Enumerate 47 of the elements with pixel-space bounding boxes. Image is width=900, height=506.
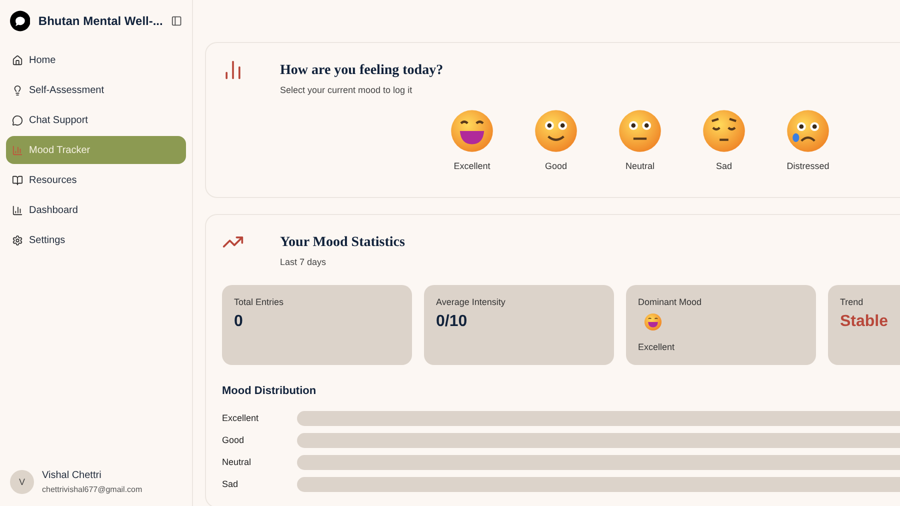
logo-icon [10, 10, 30, 32]
stat-label: Trend [840, 297, 864, 307]
stat-label: Dominant Mood [638, 297, 703, 307]
app-title: Bhutan Mental Well-... [38, 14, 163, 28]
chat-bubble-icon [12, 114, 23, 126]
lightbulb-icon [12, 84, 23, 96]
section-title: Mood Distribution [222, 385, 318, 397]
card-title: Your Mood Statistics [280, 235, 405, 251]
stat-value: Excellent [638, 342, 676, 352]
card-subtitle: Last 7 days [280, 257, 328, 267]
stat-value: 0/10 [436, 313, 468, 331]
stat-label: Total Entries [234, 297, 285, 307]
sidebar-item[interactable]: Dashboard [6, 196, 186, 224]
avatar: V [10, 470, 34, 494]
emoji-face-icon [786, 109, 830, 153]
stat-label: Average Intensity [436, 297, 506, 307]
sidebar-item[interactable]: Chat Support [6, 106, 186, 134]
book-icon [12, 174, 23, 186]
stat-value: 0 [234, 313, 244, 331]
distribution-label: Neutral [222, 457, 252, 467]
sidebar-item[interactable]: Settings [6, 226, 186, 254]
settings-icon [12, 234, 23, 246]
distribution-label: Good [222, 435, 246, 445]
sidebar-item[interactable]: Home [6, 46, 186, 74]
mood-option[interactable]: Distressed [786, 161, 830, 171]
card-subtitle: Select your current mood to log it [280, 85, 414, 95]
mood-option[interactable]: Excellent [454, 161, 490, 171]
emoji-face-icon [618, 109, 662, 153]
emoji-face-icon [534, 109, 578, 153]
user-name: Vishal Chettri [42, 470, 102, 481]
emoji-face-icon [702, 109, 746, 153]
user-email: chettrivishal677@gmail.com [42, 485, 142, 494]
distribution-label: Excellent [222, 413, 260, 423]
sidebar-item[interactable]: Resources [6, 166, 186, 194]
emoji-face-icon [450, 109, 494, 153]
stat-value: Stable [840, 313, 890, 331]
bar-chart-icon [12, 144, 23, 156]
bar-chart-icon [12, 204, 23, 216]
distribution-label: Sad [222, 479, 240, 489]
sidebar-item[interactable]: Self-Assessment [6, 76, 186, 104]
home-icon [12, 54, 23, 66]
card-title: How are you feeling today? [280, 63, 444, 79]
mood-option[interactable]: Sad [716, 161, 732, 171]
mood-option[interactable]: Neutral [625, 161, 654, 171]
emoji-face-icon [644, 313, 662, 331]
sidebar-toggle-icon[interactable] [170, 15, 182, 27]
mood-option[interactable]: Good [544, 161, 568, 171]
